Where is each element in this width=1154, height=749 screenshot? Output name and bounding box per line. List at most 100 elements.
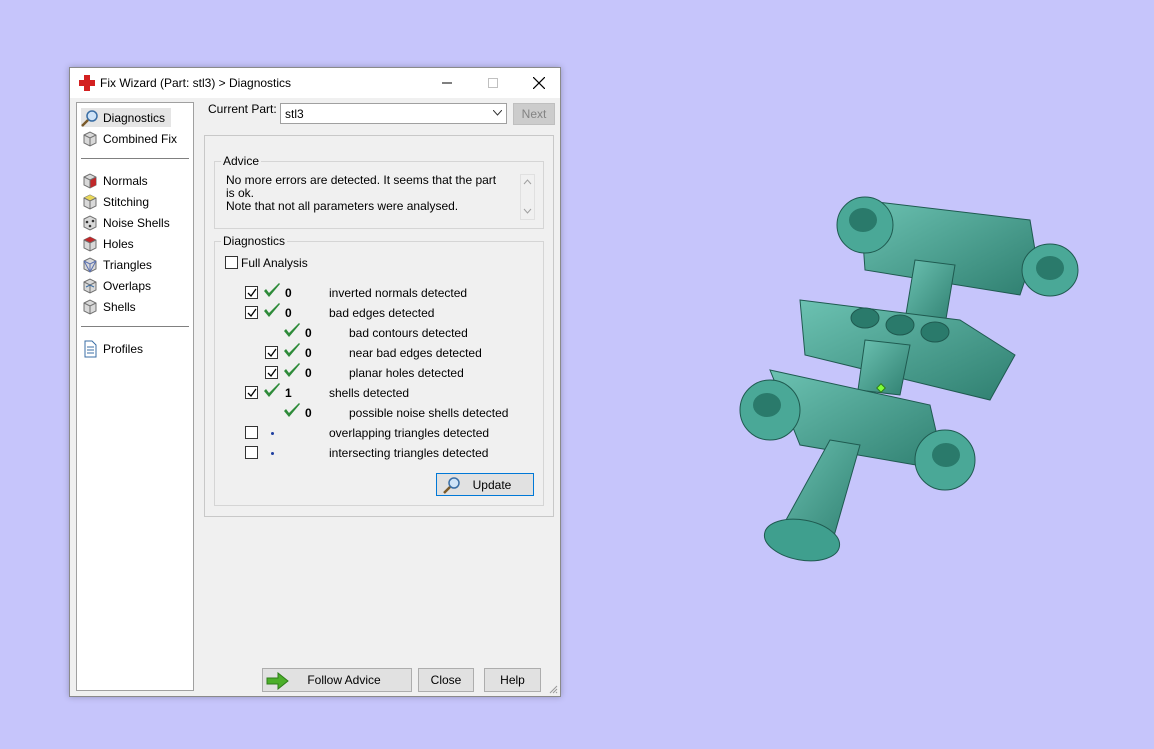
sidebar-item-triangles[interactable]: Triangles	[81, 255, 152, 274]
green-check-icon	[264, 283, 280, 297]
diagnostic-text: near bad edges detected	[349, 346, 482, 360]
diagnostic-count: 0	[305, 406, 312, 420]
diagnostic-count: 0	[305, 326, 312, 340]
advice-line: Note that not all parameters were analys…	[226, 199, 459, 213]
checkmark-icon	[247, 288, 257, 298]
sidebar-item-holes[interactable]: Holes	[81, 234, 134, 253]
diagnostic-count: 0	[285, 286, 292, 300]
intersecting-triangles-checkbox[interactable]	[245, 446, 258, 459]
stitching-cube-icon	[83, 193, 97, 210]
current-part-value: stl3	[285, 107, 304, 121]
follow-advice-button[interactable]: Follow Advice	[262, 668, 412, 692]
checkmark-icon	[247, 388, 257, 398]
close-button[interactable]: Close	[418, 668, 474, 692]
update-button[interactable]: Update	[436, 473, 534, 496]
maximize-icon	[488, 78, 498, 88]
shells-checkbox[interactable]	[245, 386, 258, 399]
triangles-cube-icon	[83, 256, 97, 273]
normals-cube-icon	[83, 172, 97, 189]
noise-shells-icon	[83, 214, 97, 231]
minimize-button[interactable]	[424, 68, 470, 98]
diagnostic-text: bad edges detected	[329, 306, 435, 320]
diagnostic-count: 0	[305, 366, 312, 380]
shells-cube-icon	[83, 298, 97, 315]
sidebar-item-label: Diagnostics	[103, 110, 166, 125]
sidebar-item-label: Stitching	[103, 194, 150, 209]
next-button[interactable]: Next	[513, 103, 555, 125]
checkmark-icon	[247, 308, 257, 318]
advice-group: Advice No more errors are detected. It s…	[214, 154, 544, 229]
diagnostic-text: planar holes detected	[349, 366, 464, 380]
sidebar-item-combined-fix[interactable]: Combined Fix	[81, 129, 177, 148]
sidebar-item-label: Normals	[103, 173, 148, 188]
window-title: Fix Wizard (Part: stl3) > Diagnostics	[100, 76, 292, 90]
full-analysis-label: Full Analysis	[241, 256, 308, 270]
title-bar[interactable]: Fix Wizard (Part: stl3) > Diagnostics	[70, 68, 560, 98]
near-bad-edges-checkbox[interactable]	[265, 346, 278, 359]
current-part-label: Current Part:	[208, 102, 277, 116]
close-window-button[interactable]	[516, 68, 562, 98]
diagnostic-count: 1	[285, 386, 292, 400]
green-check-icon	[264, 383, 280, 397]
fix-wizard-window: Fix Wizard (Part: stl3) > Diagnostics Di…	[69, 67, 561, 697]
sidebar-item-label: Profiles	[103, 341, 144, 356]
overlaps-cube-icon	[83, 277, 97, 294]
close-button-label: Close	[430, 673, 462, 687]
document-icon	[84, 340, 97, 357]
bad-edges-checkbox[interactable]	[245, 306, 258, 319]
advice-line: No more errors are detected. It seems th…	[226, 173, 497, 200]
current-part-dropdown[interactable]: stl3	[280, 103, 507, 124]
magnifier-icon	[443, 477, 460, 494]
sidebar-item-label: Holes	[103, 236, 134, 251]
diagnostic-count: 0	[285, 306, 292, 320]
diagnostic-text: shells detected	[329, 386, 410, 400]
diagnostics-group: Diagnostics Full Analysis 0 inverted nor…	[214, 234, 544, 506]
sidebar-item-shells[interactable]: Shells	[81, 297, 136, 316]
green-check-icon	[284, 363, 300, 377]
full-analysis-checkbox[interactable]	[225, 256, 238, 269]
holes-cube-icon	[83, 235, 97, 252]
main-panel: Advice No more errors are detected. It s…	[204, 135, 554, 517]
diagnostic-text: intersecting triangles detected	[329, 446, 489, 460]
diagnostics-title: Diagnostics	[221, 234, 288, 248]
green-check-icon	[284, 343, 300, 357]
green-check-icon	[284, 403, 300, 417]
green-check-icon	[264, 303, 280, 317]
advice-scrollbar[interactable]	[520, 174, 535, 220]
sidebar-item-label: Shells	[103, 299, 136, 314]
part-3d-model[interactable]	[700, 170, 1100, 590]
advice-title: Advice	[221, 154, 262, 168]
sidebar-divider	[81, 326, 189, 327]
sidebar-divider	[81, 158, 189, 159]
overlapping-triangles-checkbox[interactable]	[245, 426, 258, 439]
resize-grip-icon[interactable]	[548, 684, 558, 694]
update-button-label: Update	[472, 477, 512, 492]
sidebar-item-diagnostics[interactable]: Diagnostics	[81, 108, 172, 127]
sidebar-item-label: Noise Shells	[103, 215, 170, 230]
sidebar-item-label: Triangles	[103, 257, 152, 272]
inverted-normals-checkbox[interactable]	[245, 286, 258, 299]
cube-icon	[83, 130, 97, 147]
next-button-label: Next	[521, 107, 547, 121]
checkmark-icon	[267, 348, 277, 358]
help-button-label: Help	[500, 673, 525, 687]
scroll-arrows-icon	[523, 179, 532, 214]
magnifier-icon	[81, 109, 98, 127]
planar-holes-checkbox[interactable]	[265, 366, 278, 379]
close-icon	[533, 77, 545, 89]
diagnostic-count: 0	[305, 346, 312, 360]
green-arrow-icon	[266, 672, 289, 690]
diagnostic-text: bad contours detected	[349, 326, 468, 340]
sidebar-item-profiles[interactable]: Profiles	[81, 339, 143, 358]
sidebar-item-noise-shells[interactable]: Noise Shells	[81, 213, 170, 232]
sidebar-item-normals[interactable]: Normals	[81, 171, 148, 190]
sidebar-item-overlaps[interactable]: Overlaps	[81, 276, 151, 295]
sidebar-item-stitching[interactable]: Stitching	[81, 192, 149, 211]
maximize-button[interactable]	[470, 68, 516, 98]
green-check-icon	[284, 323, 300, 337]
pending-dot-icon	[271, 432, 274, 435]
help-button[interactable]: Help	[484, 668, 541, 692]
sidebar-item-label: Overlaps	[103, 278, 152, 293]
diagnostic-text: inverted normals detected	[329, 286, 468, 300]
sidebar-item-label: Combined Fix	[103, 131, 178, 146]
